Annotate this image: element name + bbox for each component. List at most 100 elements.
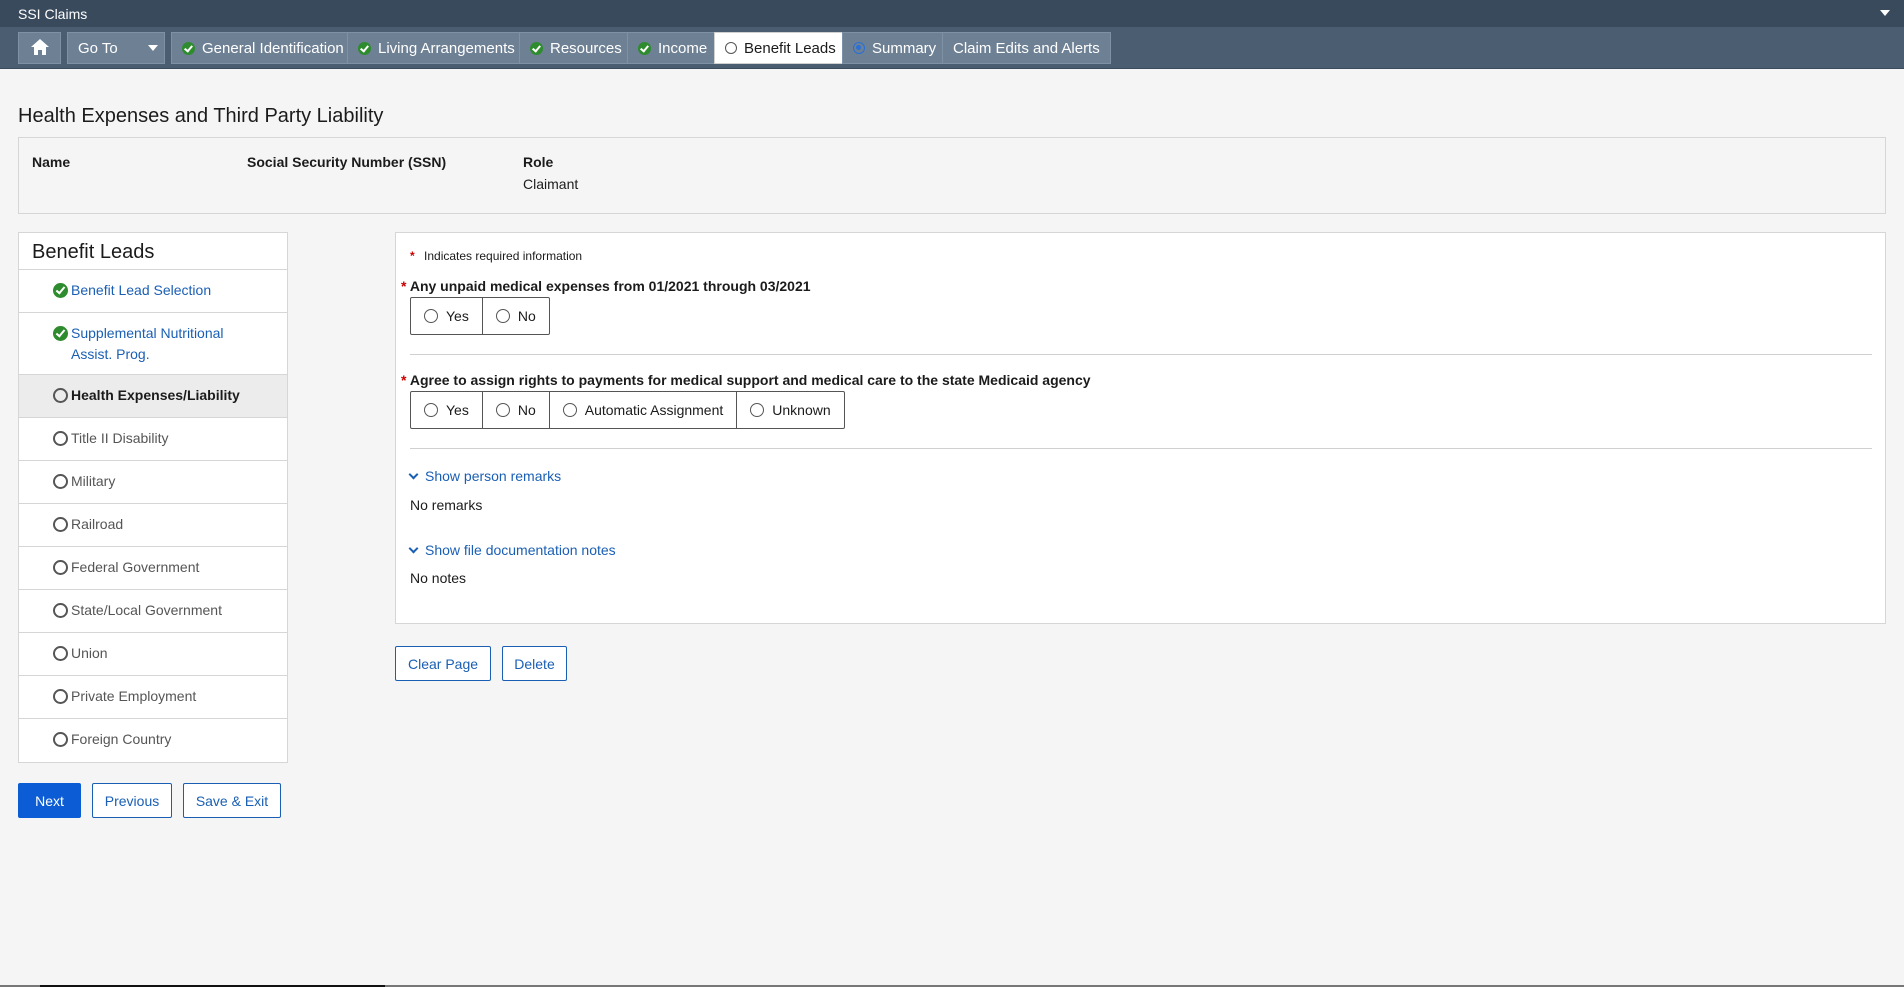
tab-label: Claim Edits and Alerts — [953, 39, 1100, 57]
chevron-down-icon — [147, 45, 158, 51]
remarks-value: No remarks — [410, 497, 483, 513]
assign-rights-automatic-radio[interactable]: Automatic Assignment — [550, 392, 738, 428]
clear-page-button[interactable]: Clear Page — [395, 646, 491, 681]
assign-rights-unknown-radio[interactable]: Unknown — [737, 392, 843, 428]
tab-label: Income — [658, 39, 708, 57]
complete-check-icon — [358, 41, 371, 55]
sidebar-item-health-expenses[interactable]: Health Expenses/Liability — [19, 375, 287, 418]
tab-resources[interactable]: Resources — [519, 32, 633, 64]
tab-label: Resources — [550, 39, 622, 57]
role-field: Role Claimant — [523, 154, 578, 192]
notes-value: No notes — [410, 570, 467, 586]
tab-label: Summary — [872, 39, 937, 57]
sidebar-item-state-local-government[interactable]: State/Local Government — [19, 590, 287, 633]
page-title: Health Expenses and Third Party Liabilit… — [18, 105, 384, 127]
sidebar-item-snap[interactable]: Supplemental Nutritional Assist. Prog. — [19, 313, 287, 375]
radio-label: Yes — [446, 308, 469, 324]
tab-label: Living Arrangements — [378, 39, 515, 57]
incomplete-circle-icon — [53, 689, 68, 704]
radio-circle-icon — [495, 403, 510, 417]
show-person-remarks-link[interactable]: Show person remarks — [408, 468, 562, 484]
required-marker: * — [410, 249, 415, 263]
incomplete-circle-icon — [725, 42, 737, 54]
save-exit-button[interactable]: Save & Exit — [183, 783, 281, 818]
incomplete-circle-icon — [53, 603, 68, 618]
toggle-label: Show person remarks — [425, 468, 562, 484]
tab-living-arrangements[interactable]: Living Arrangements — [347, 32, 526, 64]
chevron-down-icon — [408, 469, 419, 479]
assign-rights-yes-radio[interactable]: Yes — [411, 392, 483, 428]
sidebar-title: Benefit Leads — [19, 233, 287, 270]
sidebar-item-label: Health Expenses/Liability — [71, 387, 240, 403]
sidebar-item-label: Private Employment — [71, 688, 197, 704]
question-label: Agree to assign rights to payments for m… — [409, 372, 1091, 388]
sidebar-item-label: Railroad — [71, 516, 124, 532]
tab-label: General Identification — [202, 39, 344, 57]
divider — [410, 354, 1872, 355]
assign-rights-no-radio[interactable]: No — [483, 392, 550, 428]
sidebar-item-label: Title II Disability — [71, 430, 169, 446]
required-marker: * — [401, 278, 407, 294]
home-icon — [30, 39, 50, 57]
radio-label: Automatic Assignment — [584, 402, 724, 418]
app-title: SSI Claims — [18, 6, 88, 22]
required-note: * Indicates required information — [410, 249, 582, 263]
tab-general-identification[interactable]: General Identification — [171, 32, 355, 64]
sidebar-item-label: State/Local Government — [71, 602, 222, 618]
required-marker: * — [401, 372, 407, 388]
incomplete-circle-icon — [53, 474, 68, 489]
sidebar-item-label: Benefit Lead Selection — [71, 282, 212, 298]
question-label: Any unpaid medical expenses from 01/2021… — [409, 278, 811, 294]
header-menu-chevron-down-icon[interactable] — [1880, 10, 1890, 16]
assign-rights-radio-group: Yes No Automatic Assignment Unknown — [410, 391, 845, 429]
sidebar-item-title-ii-disability[interactable]: Title II Disability — [19, 418, 287, 461]
sidebar-item-private-employment[interactable]: Private Employment — [19, 676, 287, 719]
radio-label: No — [517, 402, 536, 418]
radio-circle-icon — [750, 403, 765, 417]
incomplete-circle-icon — [53, 388, 68, 403]
radio-label: No — [517, 308, 536, 324]
tab-income[interactable]: Income — [627, 32, 719, 64]
delete-button[interactable]: Delete — [502, 646, 567, 681]
section-navbar: Go To General Identification Living Arra… — [0, 27, 1904, 69]
home-button[interactable] — [18, 32, 61, 64]
assign-rights-question: * Agree to assign rights to payments for… — [401, 372, 1091, 388]
complete-check-icon — [53, 326, 68, 341]
chevron-down-icon — [408, 543, 419, 553]
sidebar-item-railroad[interactable]: Railroad — [19, 504, 287, 547]
app-header: SSI Claims — [0, 0, 1904, 27]
divider — [410, 448, 1872, 449]
show-file-notes-link[interactable]: Show file documentation notes — [408, 542, 616, 558]
sidebar-item-label: Supplemental Nutritional Assist. Prog. — [71, 325, 224, 362]
radio-label: Yes — [446, 402, 469, 418]
next-button[interactable]: Next — [18, 783, 81, 818]
complete-check-icon — [53, 283, 68, 298]
sidebar-item-military[interactable]: Military — [19, 461, 287, 504]
sidebar-item-label: Foreign Country — [71, 731, 172, 747]
incomplete-circle-icon — [53, 646, 68, 661]
radio-circle-icon — [562, 403, 577, 417]
sidebar-item-label: Union — [71, 645, 108, 661]
sidebar-item-benefit-lead-selection[interactable]: Benefit Lead Selection — [19, 270, 287, 313]
tab-summary[interactable]: Summary — [842, 32, 948, 64]
tab-claim-edits-alerts[interactable]: Claim Edits and Alerts — [942, 32, 1111, 64]
unpaid-expenses-no-radio[interactable]: No — [483, 298, 549, 334]
radio-circle-icon — [495, 309, 510, 323]
role-label: Role — [523, 154, 554, 170]
radio-dot-icon — [853, 42, 865, 54]
unpaid-expenses-question: * Any unpaid medical expenses from 01/20… — [401, 278, 811, 294]
tab-benefit-leads[interactable]: Benefit Leads — [714, 32, 847, 64]
complete-check-icon — [638, 41, 651, 55]
toggle-label: Show file documentation notes — [425, 542, 616, 558]
sidebar-item-federal-government[interactable]: Federal Government — [19, 547, 287, 590]
complete-check-icon — [182, 41, 195, 55]
goto-dropdown[interactable]: Go To — [67, 32, 165, 64]
unpaid-expenses-yes-radio[interactable]: Yes — [411, 298, 483, 334]
name-field: Name — [32, 154, 70, 176]
sidebar-item-label: Federal Government — [71, 559, 200, 575]
sidebar-item-foreign-country[interactable]: Foreign Country — [19, 719, 287, 762]
sidebar-item-union[interactable]: Union — [19, 633, 287, 676]
previous-button[interactable]: Previous — [92, 783, 172, 818]
radio-label: Unknown — [772, 402, 831, 418]
health-expenses-form: * Indicates required information * Any u… — [395, 232, 1886, 624]
